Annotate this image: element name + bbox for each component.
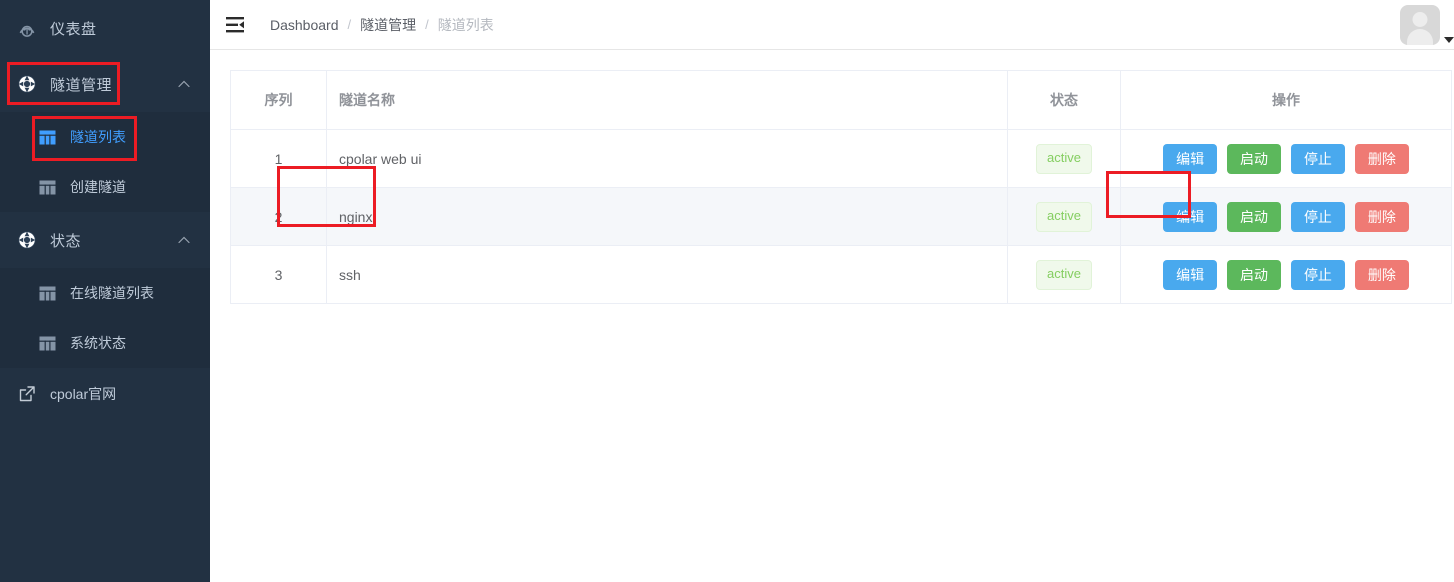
tunnel-ring-icon — [14, 71, 40, 97]
sidebar-item-status[interactable]: 状态 — [0, 212, 210, 268]
breadcrumb-separator: / — [347, 17, 352, 32]
grid-table-icon — [36, 126, 58, 148]
dashboard-gauge-icon — [14, 15, 40, 41]
cell-seq: 3 — [230, 245, 327, 304]
chevron-up-icon — [178, 78, 190, 90]
column-header-state: 状态 — [1007, 70, 1121, 130]
cell-seq: 1 — [230, 129, 327, 188]
table-row[interactable]: 3 ssh active 编辑 启动 停止 删除 — [230, 245, 1452, 304]
delete-button[interactable]: 删除 — [1354, 143, 1409, 174]
breadcrumb-item-dashboard[interactable]: Dashboard — [270, 17, 339, 33]
edit-button[interactable]: 编辑 — [1163, 259, 1218, 290]
status-ring-icon — [14, 227, 40, 253]
caret-down-icon[interactable] — [1444, 36, 1454, 43]
tunnel-table: 序列 隧道名称 状态 操作 1 cpolar web ui active 编辑 … — [230, 70, 1452, 304]
grid-table-icon — [36, 282, 58, 304]
sidebar-item-tunnel-management[interactable]: 隧道管理 — [0, 56, 210, 112]
content-area: 序列 隧道名称 状态 操作 1 cpolar web ui active 编辑 … — [210, 50, 1454, 582]
breadcrumb-item-tunnel-list: 隧道列表 — [437, 16, 494, 33]
cell-name: nginx — [326, 187, 1008, 246]
cell-seq: 2 — [230, 187, 327, 246]
cell-state: active — [1007, 129, 1121, 188]
table-row[interactable]: 1 cpolar web ui active 编辑 启动 停止 删除 — [230, 129, 1452, 188]
main-area: Dashboard / 隧道管理 / 隧道列表 序列 隧道名称 状态 操作 1 … — [210, 0, 1454, 582]
avatar-body — [1407, 28, 1433, 45]
breadcrumb: Dashboard / 隧道管理 / 隧道列表 — [270, 15, 494, 35]
sidebar-submenu-status: 在线隧道列表 系统状态 — [0, 268, 210, 368]
stop-button[interactable]: 停止 — [1290, 143, 1345, 174]
cell-actions: 编辑 启动 停止 删除 — [1120, 245, 1452, 304]
table-header-row: 序列 隧道名称 状态 操作 — [230, 70, 1452, 130]
table-body: 1 cpolar web ui active 编辑 启动 停止 删除 2 ngi… — [230, 129, 1452, 304]
stop-button[interactable]: 停止 — [1290, 259, 1345, 290]
start-button[interactable]: 启动 — [1227, 259, 1282, 290]
user-menu[interactable] — [1400, 4, 1454, 45]
column-header-seq: 序列 — [230, 70, 327, 130]
cell-state: active — [1007, 245, 1121, 304]
column-header-name: 隧道名称 — [326, 70, 1008, 130]
external-link-icon — [14, 381, 40, 407]
grid-table-icon — [36, 332, 58, 354]
delete-button[interactable]: 删除 — [1354, 259, 1409, 290]
topbar: Dashboard / 隧道管理 / 隧道列表 — [210, 0, 1454, 50]
status-badge: active — [1036, 259, 1092, 290]
sidebar-item-dashboard[interactable]: 仪表盘 — [0, 0, 210, 56]
delete-button[interactable]: 删除 — [1354, 201, 1409, 232]
sidebar-item-label: 系统状态 — [70, 335, 126, 351]
chevron-up-icon — [178, 234, 190, 246]
cell-actions: 编辑 启动 停止 删除 — [1120, 187, 1452, 246]
sidebar-item-label: 仪表盘 — [50, 20, 97, 38]
grid-table-icon — [36, 176, 58, 198]
breadcrumb-separator: / — [425, 17, 429, 32]
cell-state: active — [1007, 187, 1121, 246]
sidebar-item-online-tunnel-list[interactable]: 在线隧道列表 — [0, 268, 210, 318]
sidebar-item-label: 隧道管理 — [50, 76, 113, 94]
sidebar-item-label: cpolar官网 — [50, 386, 117, 402]
sidebar-item-label: 状态 — [50, 232, 82, 250]
avatar-head — [1412, 11, 1428, 27]
edit-button[interactable]: 编辑 — [1163, 143, 1218, 174]
cell-name: cpolar web ui — [326, 129, 1008, 188]
fold-menu-icon[interactable] — [226, 16, 248, 34]
status-badge: active — [1036, 201, 1092, 232]
stop-button[interactable]: 停止 — [1290, 201, 1345, 232]
sidebar-item-system-status[interactable]: 系统状态 — [0, 318, 210, 368]
table-head: 序列 隧道名称 状态 操作 — [230, 70, 1452, 130]
app-root: 仪表盘 隧道管理 隧道列表 创建隧道 状态 在线隧道列表 系统状态 cpolar… — [0, 0, 1454, 582]
cell-name: ssh — [326, 245, 1008, 304]
status-badge: active — [1036, 143, 1092, 174]
sidebar-item-label: 隧道列表 — [70, 129, 126, 145]
start-button[interactable]: 启动 — [1227, 143, 1282, 174]
sidebar-item-label: 在线隧道列表 — [70, 285, 154, 301]
table-row[interactable]: 2 nginx active 编辑 启动 停止 删除 — [230, 187, 1452, 246]
sidebar-item-label: 创建隧道 — [70, 179, 126, 195]
user-avatar-icon — [1400, 4, 1440, 45]
sidebar: 仪表盘 隧道管理 隧道列表 创建隧道 状态 在线隧道列表 系统状态 cpolar… — [0, 0, 210, 582]
sidebar-item-tunnel-list[interactable]: 隧道列表 — [0, 112, 210, 162]
breadcrumb-item-tunnel-management[interactable]: 隧道管理 — [360, 15, 416, 35]
edit-button[interactable]: 编辑 — [1163, 201, 1218, 232]
start-button[interactable]: 启动 — [1227, 201, 1282, 232]
column-header-ops: 操作 — [1120, 70, 1452, 130]
cell-actions: 编辑 启动 停止 删除 — [1120, 129, 1452, 188]
sidebar-item-cpolar-website[interactable]: cpolar官网 — [0, 368, 210, 420]
sidebar-submenu-tunnel-management: 隧道列表 创建隧道 — [0, 112, 210, 212]
sidebar-item-create-tunnel[interactable]: 创建隧道 — [0, 162, 210, 212]
